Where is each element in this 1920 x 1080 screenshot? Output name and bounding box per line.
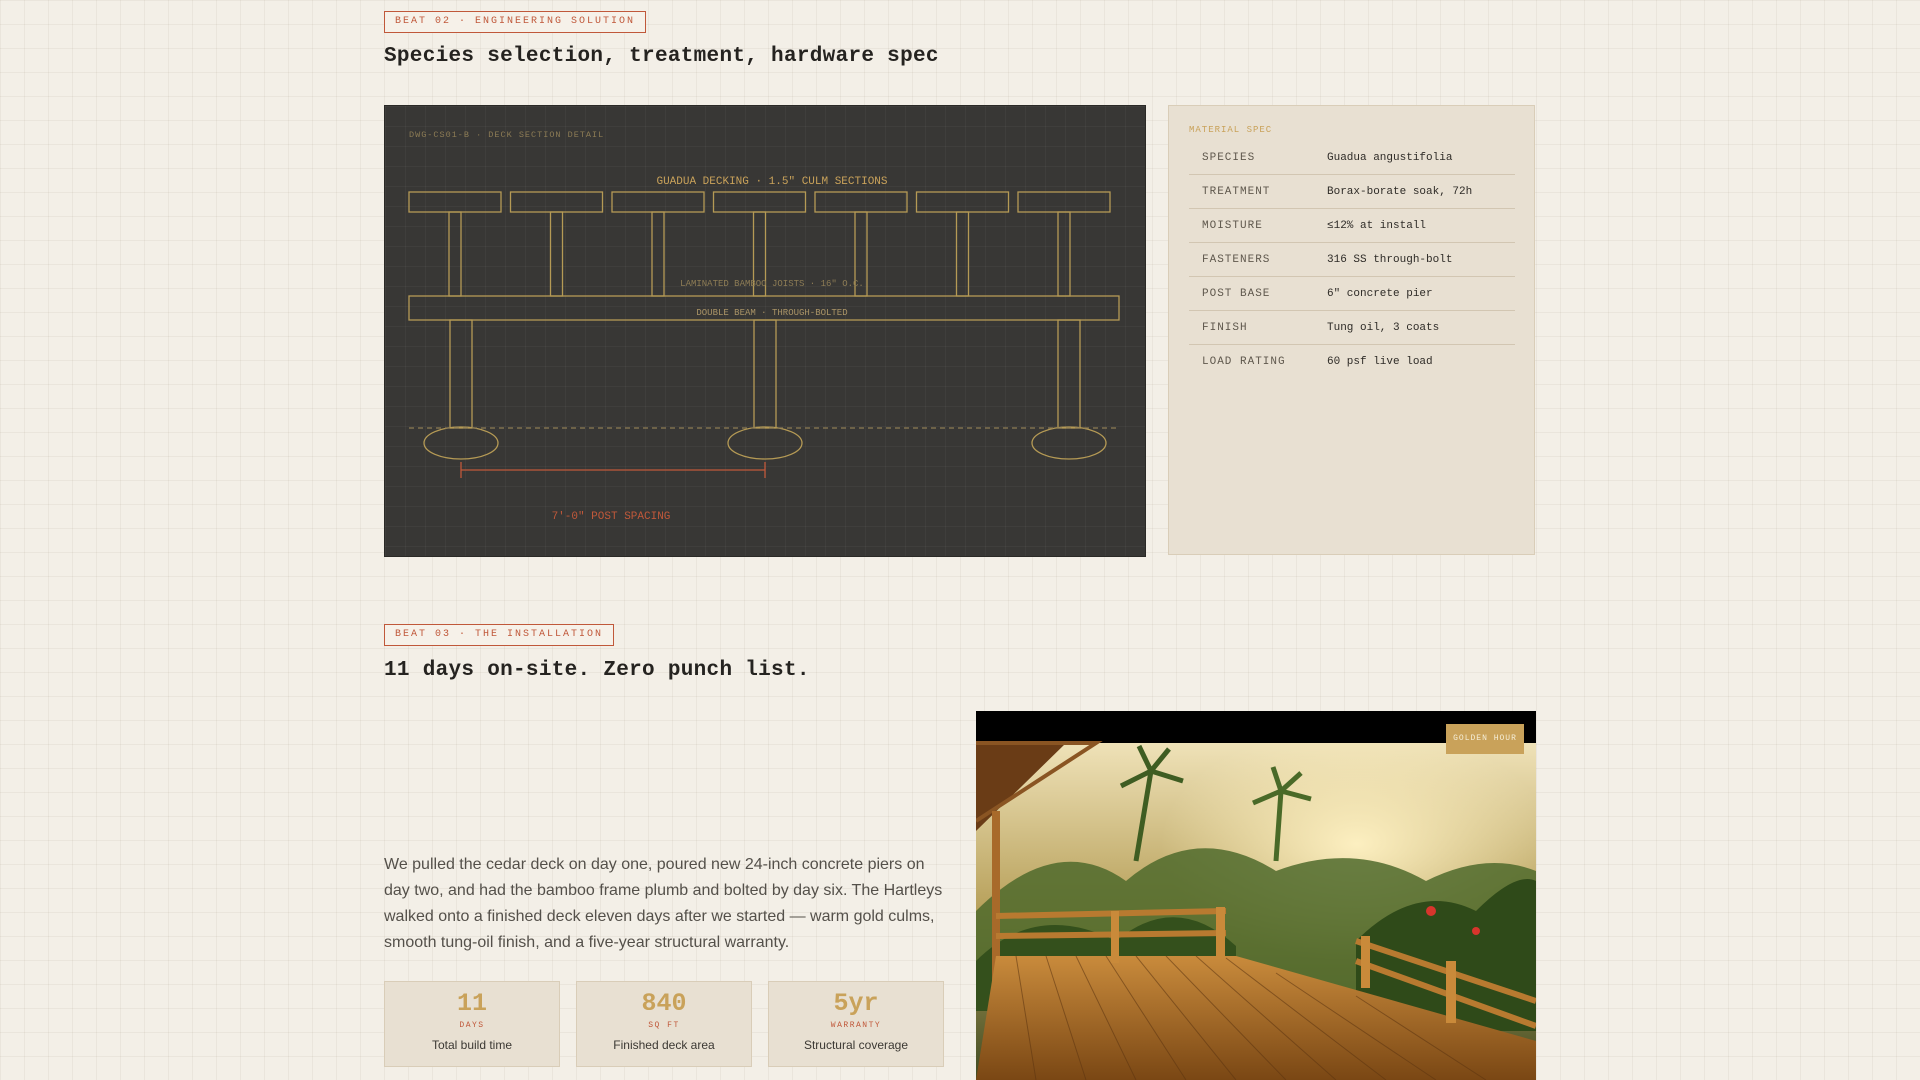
stat-card-build-time: 11 DAYS Total build time bbox=[384, 981, 560, 1067]
stat-unit: DAYS bbox=[459, 1021, 485, 1030]
spec-row: FINISH Tung oil, 3 coats bbox=[1189, 311, 1515, 345]
stat-label: Structural coverage bbox=[803, 1038, 909, 1052]
installation-paragraph: We pulled the cedar deck on day one, pou… bbox=[384, 856, 943, 951]
joists-label: LAMINATED BAMBOO JOISTS · 16" O.C. bbox=[680, 279, 864, 289]
beam-label: DOUBLE BEAM · THROUGH-BOLTED bbox=[696, 308, 847, 318]
deck-photo: GOLDEN HOUR bbox=[976, 711, 1536, 1080]
material-spec-panel: MATERIAL SPEC SPECIES Guadua angustifolia… bbox=[1168, 105, 1535, 555]
spec-row: TREATMENT Borax-borate soak, 72h bbox=[1189, 175, 1515, 209]
stat-card-deck-area: 840 SQ FT Finished deck area bbox=[576, 981, 752, 1067]
spec-key: FINISH bbox=[1202, 321, 1248, 334]
spec-key: TREATMENT bbox=[1202, 185, 1271, 198]
deck-photo-illustration bbox=[976, 741, 1536, 1080]
decking-board bbox=[814, 191, 908, 213]
deck-section-svg: DWG-CS01-B · DECK SECTION DETAIL GUADUA … bbox=[408, 130, 1120, 523]
decking-label: GUADUA DECKING · 1.5" CULM SECTIONS bbox=[656, 176, 887, 188]
spec-value: Guadua angustifolia bbox=[1327, 151, 1453, 164]
spec-value: 6" concrete pier bbox=[1327, 287, 1433, 300]
spec-value: Borax-borate soak, 72h bbox=[1327, 185, 1473, 198]
post bbox=[753, 319, 777, 429]
decking-board bbox=[611, 191, 705, 213]
drawing-ref: DWG-CS01-B · DECK SECTION DETAIL bbox=[409, 130, 604, 140]
joist bbox=[955, 211, 970, 297]
beat-02-tag: BEAT 02 · ENGINEERING SOLUTION bbox=[384, 11, 647, 33]
spec-key: SPECIES bbox=[1202, 151, 1256, 164]
stat-number: 11 bbox=[456, 989, 487, 1018]
pier-footing bbox=[727, 426, 803, 460]
decking-board bbox=[408, 191, 502, 213]
spec-value: 316 SS through-bolt bbox=[1327, 253, 1453, 266]
spec-row: MOISTURE ≤12% at install bbox=[1189, 209, 1515, 243]
joist bbox=[448, 211, 462, 297]
spec-value: 60 psf live load bbox=[1327, 355, 1433, 368]
stat-label: Finished deck area bbox=[613, 1038, 715, 1052]
spec-row: LOAD RATING 60 psf live load bbox=[1189, 345, 1515, 378]
spec-key: FASTENERS bbox=[1202, 253, 1271, 266]
joist bbox=[549, 211, 564, 297]
section-heading-installation: 11 days on-site. Zero punch list. bbox=[384, 659, 810, 682]
section-heading-engineering: Species selection, treatment, hardware s… bbox=[384, 45, 939, 68]
stat-label: Total build time bbox=[431, 1038, 513, 1052]
stat-card-warranty: 5yr WARRANTY Structural coverage bbox=[768, 981, 944, 1067]
decking-board bbox=[712, 191, 807, 213]
photo-hibiscus bbox=[1426, 906, 1436, 916]
photo-hibiscus bbox=[1472, 927, 1480, 935]
spec-key: LOAD RATING bbox=[1202, 355, 1286, 368]
spacing-label: 7'-0" POST SPACING bbox=[552, 511, 671, 523]
spec-title: MATERIAL SPEC bbox=[1189, 125, 1273, 135]
spec-row: SPECIES Guadua angustifolia bbox=[1189, 141, 1515, 175]
spec-value: ≤12% at install bbox=[1327, 219, 1427, 232]
spec-key: MOISTURE bbox=[1202, 219, 1263, 232]
post bbox=[1057, 319, 1081, 429]
spec-row: POST BASE 6" concrete pier bbox=[1189, 277, 1515, 311]
spec-value: Tung oil, 3 coats bbox=[1327, 321, 1440, 334]
decking-board bbox=[915, 191, 1010, 213]
stat-number: 5yr bbox=[833, 989, 879, 1018]
spec-row: FASTENERS 316 SS through-bolt bbox=[1189, 243, 1515, 277]
pier-footing bbox=[423, 426, 499, 460]
decking-board bbox=[509, 191, 604, 213]
spec-key: POST BASE bbox=[1202, 287, 1271, 300]
post bbox=[449, 319, 473, 429]
pier-footing bbox=[1031, 426, 1107, 460]
spec-table: SPECIES Guadua angustifolia TREATMENT Bora… bbox=[1189, 141, 1515, 378]
stat-unit: SQ FT bbox=[648, 1021, 680, 1030]
deck-section-drawing: DWG-CS01-B · DECK SECTION DETAIL GUADUA … bbox=[384, 105, 1146, 557]
golden-hour-badge: GOLDEN HOUR bbox=[1446, 724, 1524, 754]
stat-unit: WARRANTY bbox=[830, 1021, 882, 1030]
joist bbox=[1057, 211, 1071, 297]
decking-board bbox=[1017, 191, 1111, 213]
drawing-geometry bbox=[408, 191, 1120, 478]
joist bbox=[651, 211, 665, 297]
stat-number: 840 bbox=[641, 989, 687, 1018]
beat-03-tag: BEAT 03 · THE INSTALLATION bbox=[384, 624, 615, 646]
